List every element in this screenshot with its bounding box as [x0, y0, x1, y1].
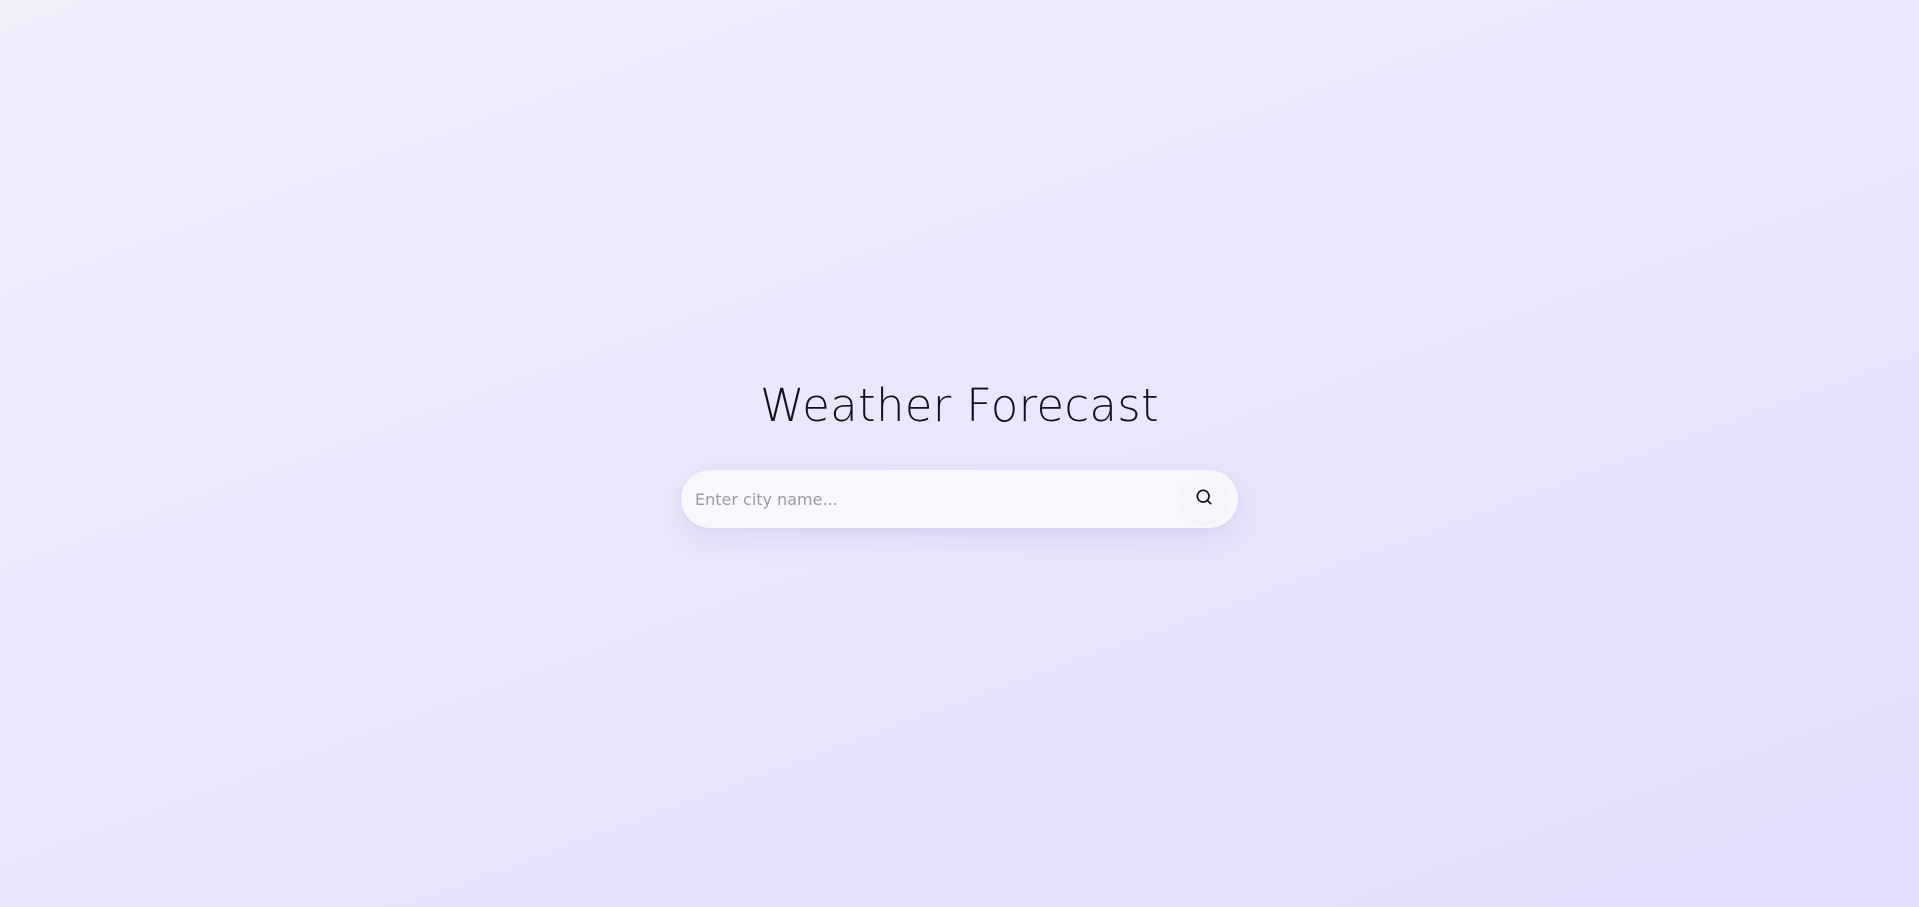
app-container: Weather Forecast [0, 0, 1919, 907]
search-icon [1194, 487, 1214, 511]
search-bar [681, 470, 1238, 528]
search-button[interactable] [1180, 475, 1228, 523]
search-input[interactable] [695, 470, 1155, 528]
page-title: Weather Forecast [760, 379, 1159, 432]
